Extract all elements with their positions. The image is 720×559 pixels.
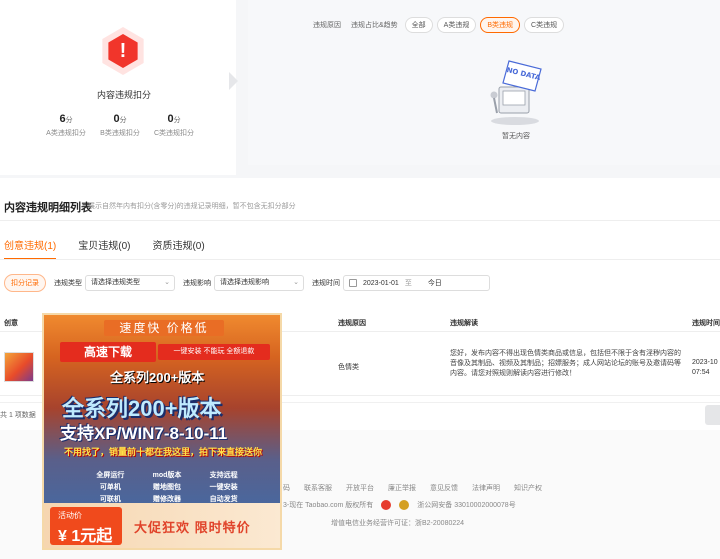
police-badge-icon [399,500,410,510]
query-bar: 扣分记录 违规类型 请选择违规类型 ⌄ 违规影响 请选择违规影响 ⌄ 违规时间 20… [4,274,490,292]
detail-title: 内容违规明细列表 [4,202,92,214]
col-reason: 违规原因 [338,320,366,327]
deduct-record-button[interactable]: 扣分记录 [4,274,46,292]
footer-link[interactable]: 廉正举报 [388,483,416,493]
ad-slogan: 不用找了，销量前十都在我这里，拍下来直接送你 [63,447,262,457]
violation-chart-card: 违规原因 违规占比&趋势 全部 A类违规 B类违规 C类违规 NO DATA 暂… [248,0,720,165]
ad-price: ¥ 1元起 [58,528,113,545]
tab-creative[interactable]: 创意违规(1) [4,237,57,260]
tab-qualification[interactable]: 资质违规(0) [152,237,204,260]
chip-a[interactable]: A类违规 [436,17,477,33]
ad-feature: 赠地图包 [152,484,181,491]
detail-subtitle: 展示自然年内有扣分(含零分)的违规记录明细，暂不包含无扣分部分 [88,203,296,210]
ad-popup[interactable]: 速度快 价格低 高速下载 一键安装 不能玩 全额退款 全系列200+版本 全系列… [42,313,282,550]
divider [0,220,720,221]
score-card-title: 内容违规扣分 [96,90,151,100]
chevron-right-icon [229,70,243,92]
ad-feature: 全屏运行 [96,472,125,479]
col-time: 违规时间 [692,320,720,327]
filter-reason[interactable]: 违规原因 [310,18,344,32]
impact-select[interactable]: 请选择违规影响 ⌄ [214,275,304,291]
empty-state-text: 暂无内容 [502,133,530,140]
chevron-down-icon: ⌄ [164,279,170,286]
no-data-illustration: NO DATA [490,60,542,125]
chevron-down-icon: ⌄ [293,279,299,286]
ad-features: 全屏运行 mod版本 支持远程 可单机 赠地图包 一键安装 可联机 赠修改器 自… [82,470,252,504]
type-select[interactable]: 请选择违规类型 ⌄ [85,275,175,291]
ad-title: 速度快 价格低 [104,320,224,336]
ad-os-support: 支持XP/WIN7-8-10-11 [60,424,228,443]
stat-b: 0分 B类违规扣分 [100,113,140,137]
footer-link[interactable]: 联系客服 [304,483,332,493]
type-label: 违规类型 [54,280,82,287]
stat-a: 6分 A类违规扣分 [46,113,86,137]
time-label: 违规时间 [312,280,340,287]
ad-price-bar: 活动价 ¥ 1元起 大促狂欢 限时特价 [44,503,280,548]
violation-summary-panel: ! 内容违规扣分 6分 A类违规扣分 0分 B类违规扣分 0分 C类违规扣分 违… [0,0,720,178]
ad-price-box: 活动价 ¥ 1元起 [50,507,122,545]
violation-reason: 色情类 [338,364,359,371]
ad-feature: mod版本 [152,472,182,479]
footer-link[interactable]: 码 [283,483,290,493]
score-card: ! 内容违规扣分 6分 A类违规扣分 0分 B类违规扣分 0分 C类违规扣分 [0,0,236,175]
total-count: 共 1 项数据 [0,412,36,419]
violation-filter-bar: 违规原因 违规占比&趋势 全部 A类违规 B类违规 C类违规 [310,17,565,33]
footer-link[interactable]: 法律声明 [472,483,500,493]
chip-b[interactable]: B类违规 [480,17,521,33]
stat-c: 0分 C类违规扣分 [153,113,195,137]
chip-c[interactable]: C类违规 [524,17,565,33]
date-start: 2023-01-01 [363,279,399,287]
violation-tabs: 创意违规(1) 宝贝违规(0) 资质违规(0) [4,237,205,260]
copyright-text: 3-现在 Taobao.com 版权所有 [283,502,374,509]
ad-price-label: 活动价 [58,511,82,520]
footer-links: 码 联系客服 开放平台 廉正举报 意见反馈 法律声明 知识产权 [283,483,542,493]
date-range-picker[interactable]: 2023-01-01 至 今日 [343,275,490,291]
footer-copyright-row: 3-现在 Taobao.com 版权所有 浙公网安备 3301000200007… [283,500,516,510]
calendar-icon [349,279,357,287]
col-interpretation: 违规解读 [450,320,478,327]
ad-promo: 大促狂欢 限时特价 [134,520,251,535]
impact-label: 违规影响 [183,280,211,287]
footer-link[interactable]: 意见反馈 [430,483,458,493]
ad-series-small: 全系列200+版本 [110,370,205,385]
ad-tagline: 一键安装 不能玩 全额退款 [158,344,270,360]
violation-interpretation: 您好，发布内容不得出现色情类商品或信息，包括但不限于含有淫秽内容的音像及其制品、… [450,350,681,377]
horizontal-scrollbar[interactable] [705,405,720,425]
police-record[interactable]: 浙公网安备 33010002000078号 [417,500,515,510]
footer-link[interactable]: 开放平台 [346,483,374,493]
tab-item[interactable]: 宝贝违规(0) [78,237,130,260]
creative-thumbnail[interactable] [4,352,34,382]
date-separator: 至 [404,280,412,287]
tab-underline [0,259,720,260]
ad-feature: 一键安装 [209,484,238,491]
chip-all[interactable]: 全部 [404,17,433,33]
filter-trend[interactable]: 违规占比&趋势 [348,18,401,32]
ad-feature: 支持远程 [209,472,238,479]
footer-link[interactable]: 知识产权 [514,483,542,493]
ad-feature: 可单机 [99,484,121,491]
license-text: 增值电信业务经营许可证：浙B2-20080224 [331,520,465,527]
col-creative: 创意 [4,320,18,327]
badge-icon [381,500,392,510]
date-end: 今日 [427,280,442,287]
ad-download-button[interactable]: 高速下载 [60,342,156,362]
violation-time: 2023-10 07:54 [692,359,718,376]
